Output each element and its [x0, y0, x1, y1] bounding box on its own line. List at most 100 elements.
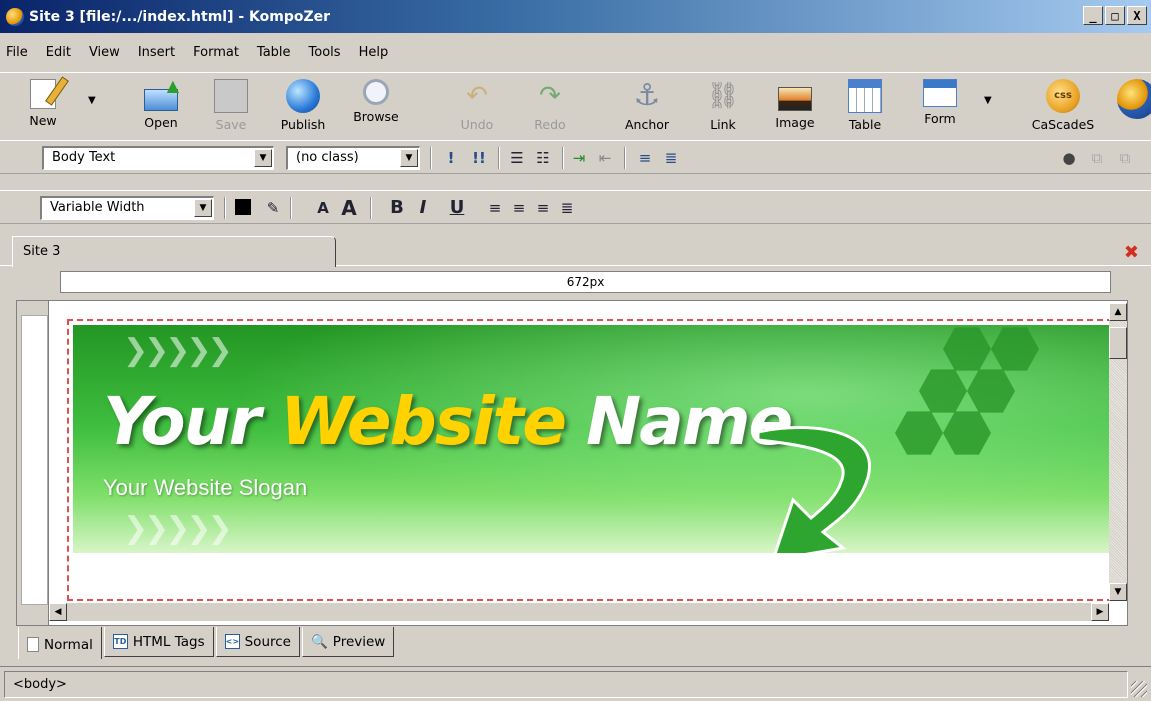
- close-tab-icon[interactable]: ✖: [1124, 242, 1139, 263]
- save-button[interactable]: Save: [196, 73, 266, 137]
- edit-mode-tabs: Normal TD HTML Tags <> Source 🔍 Preview: [18, 627, 396, 659]
- window-title: Site 3 [file:/.../index.html] - KompoZer: [29, 8, 331, 25]
- chain-link-icon: ⛓: [706, 81, 740, 111]
- open-button[interactable]: Open: [126, 73, 196, 137]
- bold-icon[interactable]: B: [386, 197, 408, 219]
- structure-breadcrumb[interactable]: <body>: [4, 671, 1128, 698]
- larger-font-icon[interactable]: A: [338, 197, 360, 219]
- close-button[interactable]: X: [1127, 6, 1147, 25]
- separator: [224, 197, 226, 219]
- scroll-left-icon[interactable]: ◀: [49, 603, 67, 621]
- separator: [370, 197, 372, 219]
- menu-edit[interactable]: Edit: [46, 45, 71, 60]
- minimize-button[interactable]: _: [1083, 6, 1103, 25]
- scroll-down-icon[interactable]: ▼: [1109, 583, 1127, 601]
- page-canvas[interactable]: ❯❯❯❯❯ ❯❯❯❯❯ Your Website Name Your Websi…: [67, 319, 1123, 601]
- form-dropdown-arrow-icon[interactable]: ▼: [984, 95, 992, 106]
- definition-term-icon[interactable]: ≡: [634, 147, 656, 169]
- cascades-button[interactable]: css CaScadeS: [1028, 73, 1098, 137]
- publish-button[interactable]: Publish: [268, 73, 338, 137]
- status-bar: <body>: [0, 666, 1151, 701]
- maximize-button[interactable]: □: [1105, 6, 1125, 25]
- smaller-font-icon[interactable]: A: [312, 197, 334, 219]
- vertical-scrollbar[interactable]: ▲ ▼: [1109, 303, 1127, 601]
- highlight-pencil-icon[interactable]: ✎: [262, 197, 284, 219]
- floppy-disk-icon: [214, 79, 248, 113]
- tab-source[interactable]: <> Source: [215, 627, 300, 657]
- table-button[interactable]: Table: [830, 73, 900, 137]
- definition-description-icon[interactable]: ≣: [660, 147, 682, 169]
- class-select[interactable]: (no class) ▼: [286, 146, 420, 170]
- redo-button[interactable]: ↷ Redo: [515, 73, 585, 137]
- align-justify-icon[interactable]: ≣: [556, 197, 578, 219]
- emphasis-icon[interactable]: !: [440, 147, 462, 169]
- header-banner-image[interactable]: ❯❯❯❯❯ ❯❯❯❯❯ Your Website Name Your Websi…: [73, 325, 1121, 553]
- editor-gutter: [17, 301, 49, 625]
- resize-grip-icon[interactable]: [1131, 681, 1147, 697]
- menu-file[interactable]: File: [6, 45, 28, 60]
- outdent-icon[interactable]: ⇤: [594, 147, 616, 169]
- format-toolbar-1: Body Text ▼ (no class) ▼ ! !! ☰ ☷ ⇥ ⇤ ≡ …: [0, 140, 1151, 174]
- editor-frame[interactable]: ❯❯❯❯❯ ❯❯❯❯❯ Your Website Name Your Websi…: [16, 300, 1128, 626]
- menu-tools[interactable]: Tools: [309, 45, 341, 60]
- text-color-picker[interactable]: [232, 197, 254, 219]
- italic-icon[interactable]: I: [412, 197, 434, 219]
- kompozer-app-icon: [6, 7, 24, 26]
- separator: [624, 147, 626, 169]
- link-button[interactable]: ⛓ Link: [688, 73, 758, 137]
- indent-icon[interactable]: ⇥: [568, 147, 590, 169]
- kompozer-globe-icon: [1117, 79, 1151, 119]
- anchor-button[interactable]: ⚓ Anchor: [612, 73, 682, 137]
- td-tag-icon: TD: [112, 634, 128, 649]
- width-ruler: 672px: [60, 271, 1111, 293]
- tab-html-tags[interactable]: TD HTML Tags: [103, 627, 214, 657]
- underline-icon[interactable]: U: [446, 197, 468, 219]
- font-select[interactable]: Variable Width ▼: [40, 196, 214, 220]
- menu-format[interactable]: Format: [193, 45, 239, 60]
- scroll-right-icon[interactable]: ▶: [1091, 603, 1109, 621]
- composition-toolbar: New ▼ Open Save Publish Browse ↶ Undo ↷ …: [0, 72, 1151, 138]
- menu-view[interactable]: View: [89, 45, 120, 60]
- tab-normal[interactable]: Normal: [18, 627, 102, 659]
- tab-preview[interactable]: 🔍 Preview: [301, 627, 395, 657]
- strong-emphasis-icon[interactable]: !!: [468, 147, 490, 169]
- hexagon-decoration: [967, 369, 1015, 413]
- layer-up-icon[interactable]: ⧉: [1086, 147, 1108, 169]
- anchor-icon: ⚓: [633, 78, 661, 113]
- magnifier-icon: [363, 79, 389, 105]
- align-left-icon[interactable]: ≡: [484, 197, 506, 219]
- new-document-icon: [30, 79, 56, 109]
- image-button[interactable]: Image: [760, 73, 830, 137]
- format-toolbar-2: Variable Width ▼ ✎ A A B I U ≡ ≡ ≡ ≣: [0, 190, 1151, 224]
- redo-arrow-icon: ↷: [539, 81, 561, 111]
- tab-site-3[interactable]: Site 3: [12, 236, 336, 267]
- magnifier-icon: 🔍: [310, 634, 328, 650]
- layer-down-icon[interactable]: ⧉: [1114, 147, 1136, 169]
- menu-help[interactable]: Help: [359, 45, 389, 60]
- form-window-icon: [923, 79, 957, 107]
- chevron-down-icon: ▼: [254, 149, 272, 167]
- undo-button[interactable]: ↶ Undo: [442, 73, 512, 137]
- hexagon-decoration: [919, 369, 967, 413]
- new-button[interactable]: New: [8, 73, 78, 137]
- browse-button[interactable]: Browse: [341, 73, 411, 137]
- site-name-heading: Your Website Name: [103, 383, 793, 460]
- menu-table[interactable]: Table: [257, 45, 291, 60]
- paragraph-style-select[interactable]: Body Text ▼: [42, 146, 274, 170]
- menu-insert[interactable]: Insert: [138, 45, 175, 60]
- align-right-icon[interactable]: ≡: [532, 197, 554, 219]
- scroll-thumb[interactable]: [1109, 327, 1127, 359]
- hexagon-decoration: [943, 411, 991, 455]
- separator: [562, 147, 564, 169]
- chevron-down-icon: ▼: [400, 149, 418, 167]
- source-code-icon: <>: [224, 634, 240, 649]
- scroll-up-icon[interactable]: ▲: [1109, 303, 1127, 321]
- form-button[interactable]: Form: [905, 73, 975, 137]
- align-center-icon[interactable]: ≡: [508, 197, 530, 219]
- new-dropdown-arrow-icon[interactable]: ▼: [88, 95, 96, 106]
- numbered-list-icon[interactable]: ☰: [506, 147, 528, 169]
- bulleted-list-icon[interactable]: ☷: [532, 147, 554, 169]
- page-icon: [27, 637, 39, 652]
- layer-icon[interactable]: ●: [1058, 147, 1080, 169]
- horizontal-scrollbar[interactable]: ◀ ▶: [49, 603, 1109, 621]
